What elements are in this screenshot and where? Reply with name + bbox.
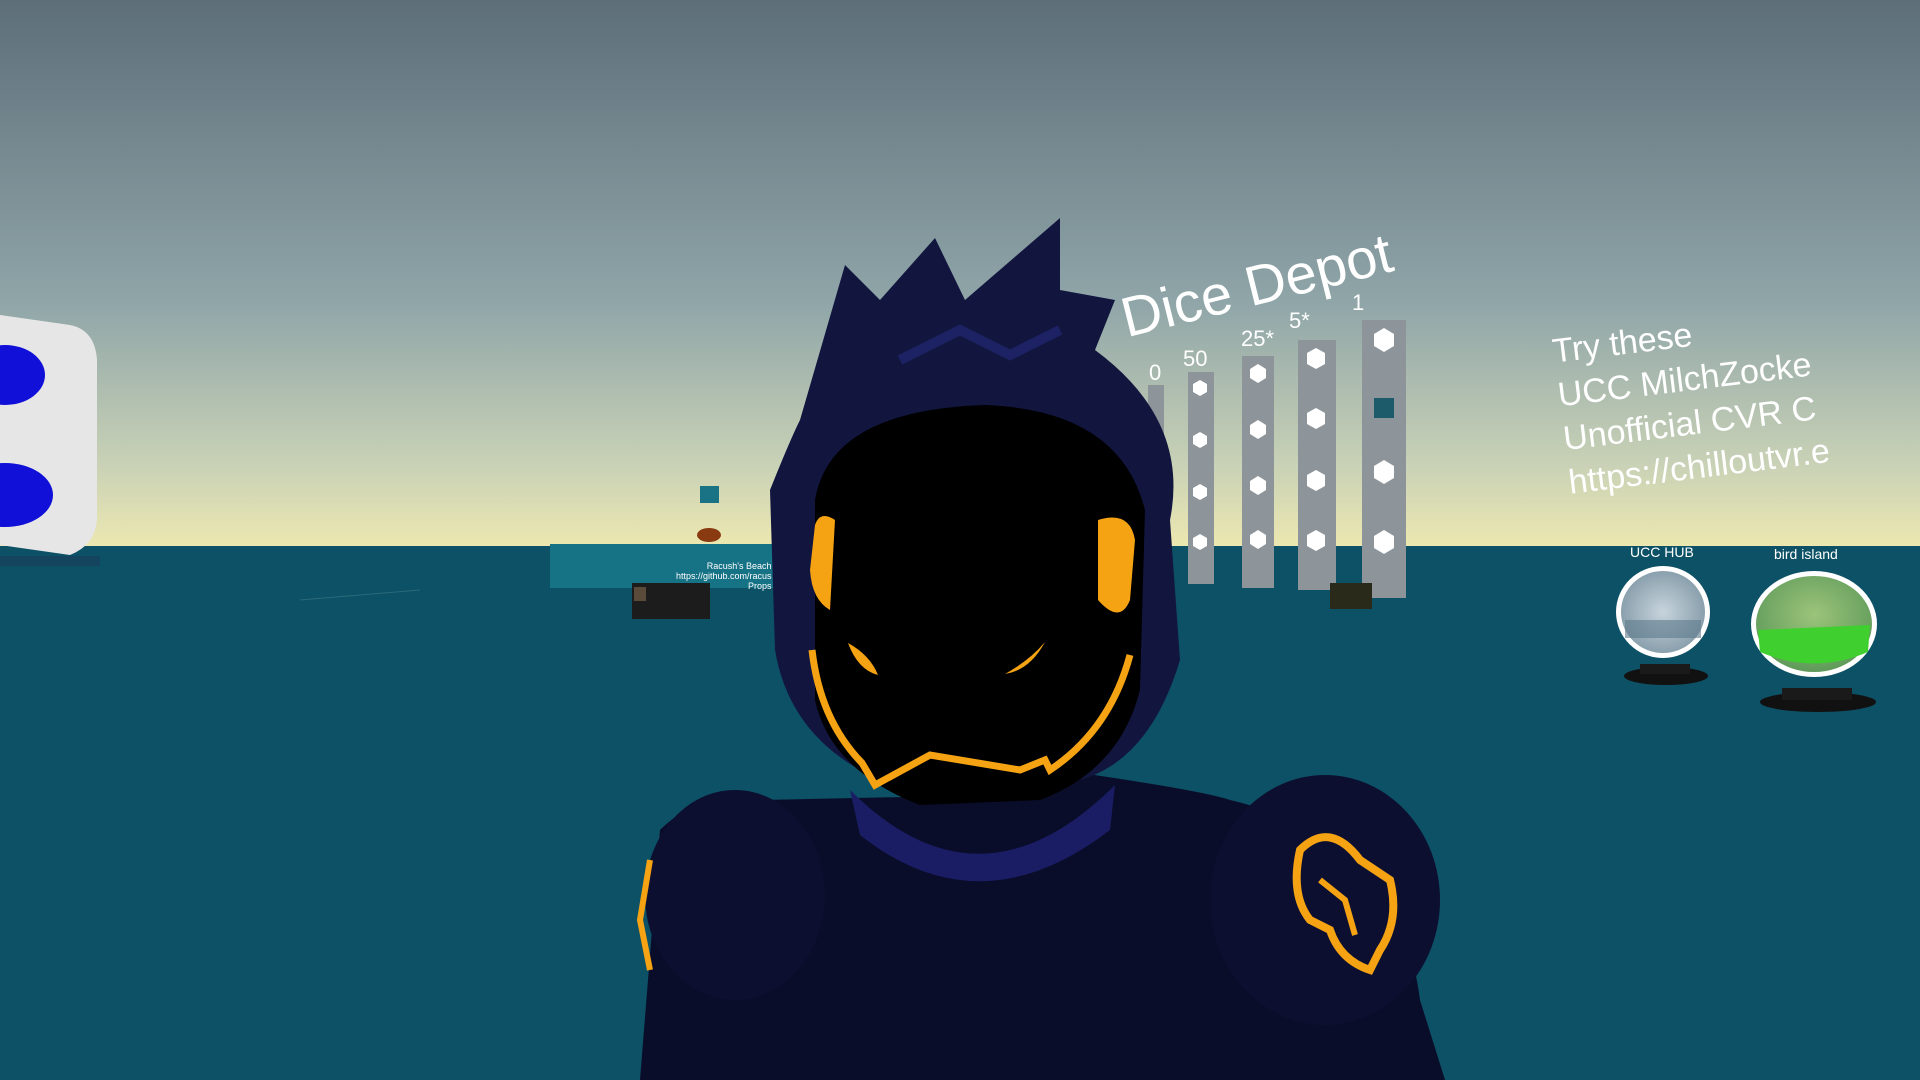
beach-board-thumb [634, 587, 646, 601]
beach-sign-link[interactable]: https://github.com/racus [676, 571, 772, 581]
small-sign-left [0, 556, 100, 566]
portal-label-ucc-hub: UCC HUB [1630, 544, 1694, 560]
depot-crate [1330, 583, 1372, 609]
avatar-face [815, 405, 1145, 805]
dice-column-label-50: 50 [1183, 346, 1208, 371]
dice-column-label-25: 25* [1241, 326, 1275, 351]
dice-shelf-50 [1188, 372, 1214, 584]
dice-column-label-1: 1 [1352, 290, 1365, 315]
dice-shelf-25 [1242, 356, 1274, 588]
dice-shelf-5 [1298, 340, 1336, 590]
dice-shelf-1 [1362, 320, 1406, 598]
beach-sign-props: Props [748, 581, 772, 591]
beach-sign: Racush's Beach https://github.com/racus … [676, 561, 772, 591]
portal-label-bird-island: bird island [1774, 546, 1838, 562]
floating-object[interactable] [697, 528, 721, 542]
dice-column-label-5: 5* [1289, 308, 1310, 333]
vr-scene [0, 0, 1920, 1080]
dice-column-label-partial: 0 [1149, 360, 1162, 385]
white-die[interactable] [0, 315, 97, 555]
beach-sign-title: Racush's Beach [706, 561, 772, 571]
avatar-eye-right [1098, 517, 1135, 613]
info-board: Try these UCC MilchZocke Unofficial CVR … [1550, 298, 1832, 505]
floating-cube[interactable] [700, 486, 719, 503]
